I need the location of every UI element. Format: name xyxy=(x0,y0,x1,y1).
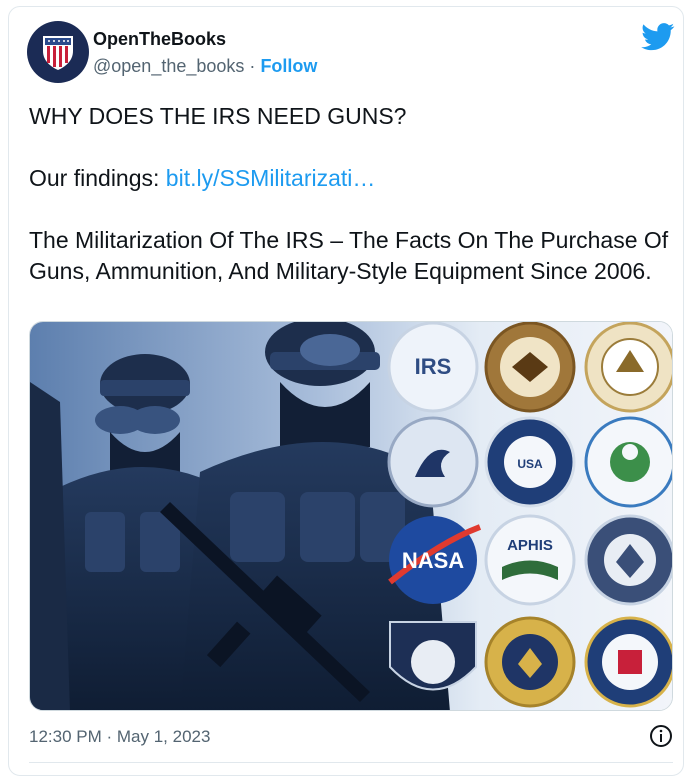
avatar[interactable] xyxy=(27,21,89,83)
seal-ssa: USA xyxy=(484,416,576,508)
shield-flag-icon xyxy=(43,36,73,70)
seal-epa xyxy=(584,416,672,508)
seal-veterans-affairs xyxy=(484,322,576,413)
seal-president xyxy=(584,322,672,413)
seal-ssa-label: USA xyxy=(517,457,543,471)
seal-hhs xyxy=(387,416,479,508)
tweet-card: OpenTheBooks @open_the_books · Follow WH… xyxy=(8,6,684,776)
tweet-body: The Militarization Of The IRS – The Fact… xyxy=(29,227,669,284)
tweet-findings: Our findings: bit.ly/SSMilitarizati… xyxy=(29,163,679,194)
tweet-media-image[interactable]: IRS USA NASA APHIS xyxy=(29,321,673,711)
findings-link[interactable]: bit.ly/SSMilitarizati… xyxy=(166,165,376,191)
tweet-timestamp[interactable]: 12:30 PM · May 1, 2023 xyxy=(29,727,210,747)
divider xyxy=(29,762,673,763)
twitter-bird-icon[interactable] xyxy=(641,23,675,51)
author-handle[interactable]: @open_the_books xyxy=(93,56,244,76)
seal-irs-label: IRS xyxy=(415,354,452,379)
author-meta: @open_the_books · Follow xyxy=(93,56,317,77)
seal-fbi xyxy=(584,616,672,708)
seal-cbp xyxy=(389,621,477,691)
seal-dhs xyxy=(584,514,672,606)
seal-doj xyxy=(484,616,576,708)
militarization-illustration: IRS USA NASA APHIS xyxy=(30,322,672,710)
author-name[interactable]: OpenTheBooks xyxy=(93,29,226,50)
seal-aphis-label: APHIS xyxy=(507,537,553,554)
follow-button[interactable]: Follow xyxy=(260,56,317,76)
tweet-headline: WHY DOES THE IRS NEED GUNS? xyxy=(29,103,407,129)
seal-irs: IRS xyxy=(387,322,479,413)
info-icon[interactable] xyxy=(649,724,673,748)
findings-prefix: Our findings: xyxy=(29,165,160,191)
seal-nasa-label: NASA xyxy=(402,548,464,573)
tweet-text: WHY DOES THE IRS NEED GUNS? Our findings… xyxy=(29,101,679,287)
seal-aphis: APHIS xyxy=(484,514,576,606)
separator-dot: · xyxy=(249,56,256,76)
